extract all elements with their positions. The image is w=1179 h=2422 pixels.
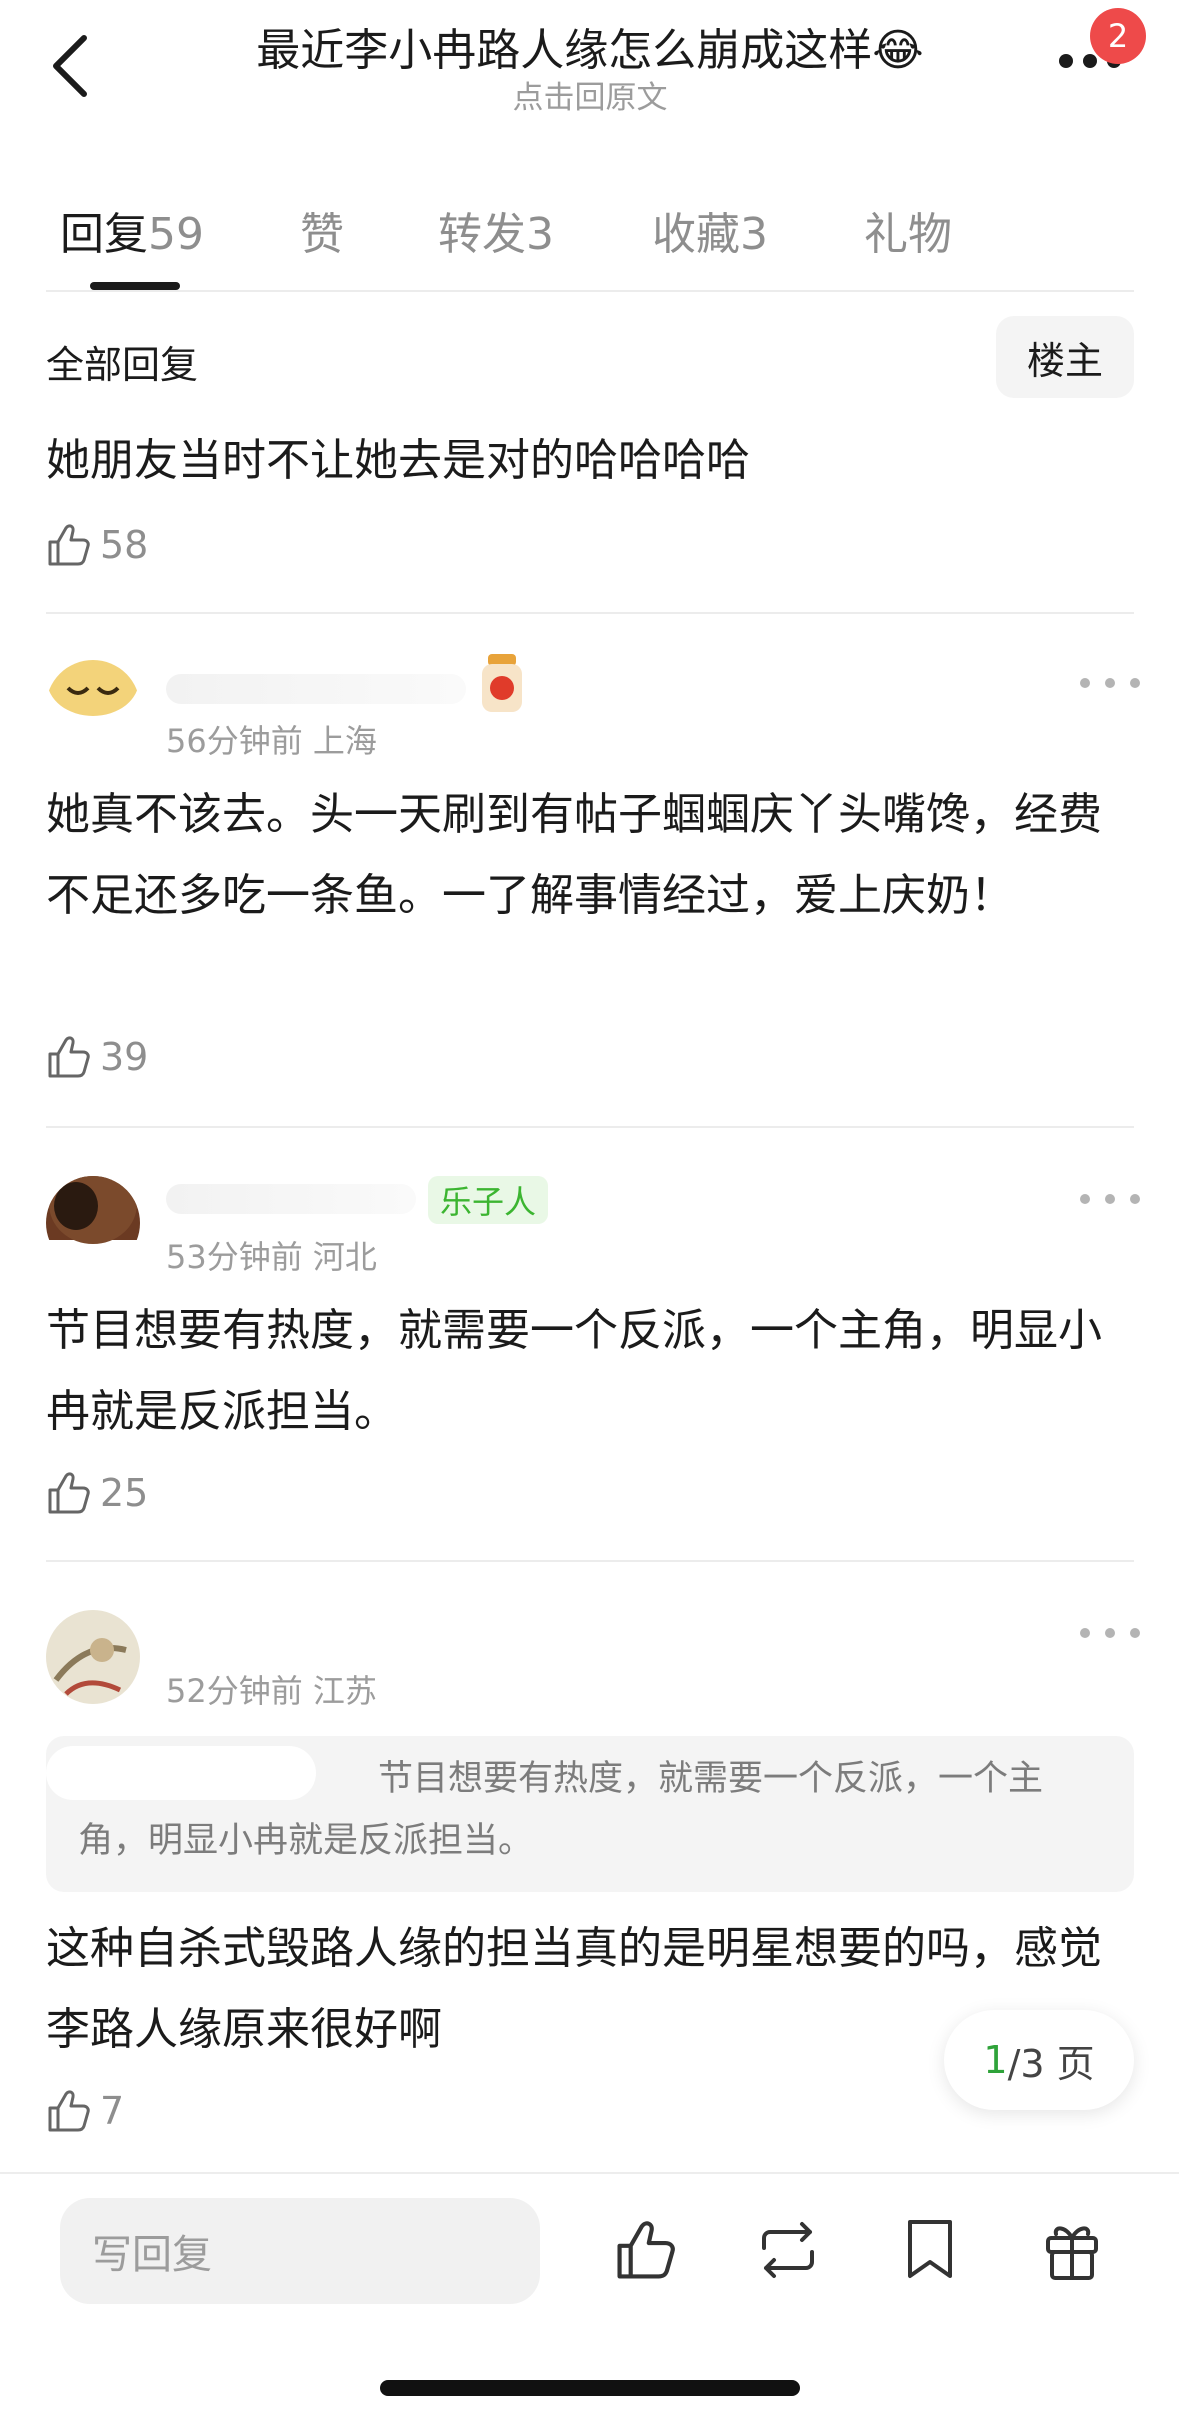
reply-input[interactable]: 写回复: [60, 2198, 540, 2304]
divider: [46, 290, 1134, 292]
tab-count: 3: [526, 209, 554, 260]
current-page: 1: [983, 2038, 1008, 2082]
tab-count: 59: [148, 209, 204, 260]
gift-icon: [1046, 2226, 1098, 2280]
comment-meta: 53分钟前 河北: [166, 1238, 377, 1276]
gift-button[interactable]: [1032, 2210, 1112, 2290]
page-indicator[interactable]: 1/3 页: [944, 2010, 1134, 2110]
tab-label: 礼物: [864, 209, 952, 260]
bookmark-button[interactable]: [890, 2210, 970, 2290]
back-to-original-link[interactable]: 点击回原文: [150, 72, 1030, 117]
like-count: 7: [100, 2089, 125, 2133]
avatar[interactable]: [46, 1176, 140, 1270]
like-count: 58: [100, 523, 149, 567]
tab-gifts[interactable]: 礼物: [864, 198, 952, 262]
active-tab-indicator: [90, 282, 180, 290]
page-total: /3 页: [1007, 2041, 1095, 2086]
like-button[interactable]: 58: [46, 520, 148, 570]
chevron-left-icon: [53, 35, 87, 97]
comment-more-button[interactable]: [1080, 1184, 1140, 1214]
comment-text: 她真不该去。头一天刷到有帖子蝈蝈庆丫头嘴馋，经费不足还多吃一条鱼。一了解事情经过…: [46, 789, 1102, 921]
like-button[interactable]: 25: [46, 1468, 148, 1518]
op-only-filter-button[interactable]: 楼主: [996, 316, 1134, 398]
tab-label: 赞: [300, 209, 344, 260]
thumb-up-icon: [48, 524, 90, 566]
comment-more-button[interactable]: [1080, 668, 1140, 698]
comment-meta: 56分钟前 上海: [166, 722, 377, 760]
back-button[interactable]: [40, 26, 100, 106]
home-indicator[interactable]: [380, 2380, 800, 2396]
like-count: 39: [100, 1035, 149, 1079]
tab-count: 3: [740, 209, 768, 260]
bookmark-icon: [908, 2220, 952, 2278]
quoted-reply-text: 节目想要有热度，就需要一个反派，一个主角，明显小冉就是反派担当。: [78, 1759, 1044, 1861]
thumb-up-icon: [48, 1472, 90, 1514]
thumb-up-icon: [617, 2221, 675, 2279]
like-button[interactable]: 7: [46, 2086, 124, 2136]
tab-label: 收藏: [652, 209, 740, 260]
quoted-reply[interactable]: 节目想要有热度，就需要一个反派，一个主角，明显小冉就是反派担当。: [46, 1736, 1134, 1892]
repost-icon: [762, 2222, 814, 2278]
thumb-up-icon: [48, 2090, 90, 2132]
like-button[interactable]: 39: [46, 1032, 148, 1082]
username-blurred[interactable]: [166, 674, 466, 704]
divider: [46, 1126, 1134, 1128]
tab-label: 回复: [60, 209, 148, 260]
like-post-button[interactable]: [606, 2210, 686, 2290]
tab-bar: 回复59 赞 转发3 收藏3 礼物: [0, 190, 1179, 290]
divider: [46, 612, 1134, 614]
section-title: 全部回复: [46, 343, 199, 387]
comment-more-button[interactable]: [1080, 1618, 1140, 1648]
avatar[interactable]: [46, 660, 140, 754]
divider: [46, 1560, 1134, 1562]
username-blurred[interactable]: [166, 1184, 416, 1214]
avatar[interactable]: [46, 1610, 140, 1704]
tab-label: 转发: [438, 209, 526, 260]
tab-reposts[interactable]: 转发3: [438, 198, 554, 262]
tab-likes[interactable]: 赞: [300, 198, 344, 262]
like-count: 25: [100, 1471, 149, 1515]
repost-button[interactable]: [748, 2210, 828, 2290]
user-badge-icon: [482, 654, 522, 712]
page-title[interactable]: 最近李小冉路人缘怎么崩成这样😂: [150, 14, 1030, 78]
comment-text: 节目想要有热度，就需要一个反派，一个主角，明显小冉就是反派担当。: [46, 1305, 1102, 1437]
user-tag: 乐子人: [428, 1176, 549, 1224]
thumb-up-icon: [48, 1036, 90, 1078]
comment-meta: 52分钟前 江苏: [166, 1672, 377, 1710]
comment-text: 她朋友当时不让她去是对的哈哈哈哈: [46, 435, 750, 486]
tab-replies[interactable]: 回复59: [60, 198, 204, 262]
notification-badge: 2: [1090, 8, 1146, 64]
tab-favorites[interactable]: 收藏3: [652, 198, 768, 262]
top-bar: 最近李小冉路人缘怎么崩成这样😂 点击回原文 2: [0, 0, 1179, 130]
